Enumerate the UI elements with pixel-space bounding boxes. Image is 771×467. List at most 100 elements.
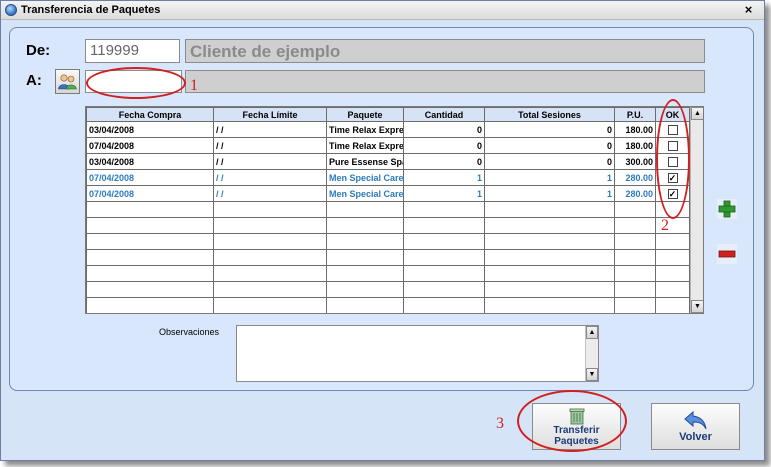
table-row[interactable]: 07/04/2008/ / Men Special Care 1 1 280.00 ✓ <box>86 185 690 202</box>
empty-cell[interactable] <box>403 297 485 313</box>
empty-cell[interactable] <box>655 201 690 218</box>
table-row-empty[interactable] <box>86 281 690 298</box>
cell-total-sesiones[interactable]: 0 <box>484 137 615 154</box>
empty-cell[interactable] <box>655 265 690 282</box>
ok-checkbox[interactable] <box>667 140 678 151</box>
empty-cell[interactable] <box>213 217 327 234</box>
empty-cell[interactable] <box>86 281 214 298</box>
empty-cell[interactable] <box>403 249 485 266</box>
from-name-field[interactable]: Cliente de ejemplo <box>185 39 705 63</box>
table-row-empty[interactable] <box>86 201 690 218</box>
empty-cell[interactable] <box>614 217 656 234</box>
table-row-empty[interactable] <box>86 217 690 234</box>
empty-cell[interactable] <box>484 217 615 234</box>
cell-total-sesiones[interactable]: 1 <box>484 185 615 202</box>
observaciones-textarea[interactable]: ▲ ▼ <box>236 325 599 382</box>
empty-cell[interactable] <box>326 297 404 313</box>
empty-cell[interactable] <box>484 249 615 266</box>
to-name-field[interactable] <box>185 70 705 93</box>
empty-cell[interactable] <box>326 249 404 266</box>
cell-fecha-compra[interactable]: 07/04/2008 <box>86 137 214 154</box>
close-button[interactable]: × <box>741 2 756 17</box>
cell-cantidad[interactable]: 1 <box>403 185 485 202</box>
column-header-pu[interactable]: P.U. <box>614 107 656 122</box>
cell-pu[interactable]: 300.00 <box>614 153 656 170</box>
table-row[interactable]: 07/04/2008/ / Men Special Care 1 1 280.00 ✓ <box>86 169 690 186</box>
cell-paquete[interactable]: Men Special Care <box>326 185 404 202</box>
empty-cell[interactable] <box>403 217 485 234</box>
cell-fecha-limite[interactable]: / / <box>213 137 327 154</box>
empty-cell[interactable] <box>326 201 404 218</box>
cell-fecha-compra[interactable]: 07/04/2008 <box>86 169 214 186</box>
table-row-empty[interactable] <box>86 265 690 282</box>
cell-fecha-limite[interactable]: / / <box>213 185 327 202</box>
table-row[interactable]: 07/04/2008/ /Time Relax Express00180.00 <box>86 137 690 154</box>
column-header-total-sesiones[interactable]: Total Sesiones <box>484 107 615 122</box>
to-code-field[interactable] <box>85 70 182 93</box>
empty-cell[interactable] <box>484 201 615 218</box>
ok-checkbox[interactable] <box>667 156 678 167</box>
empty-cell[interactable] <box>86 265 214 282</box>
column-header-fecha-limite[interactable]: Fecha Límite <box>213 107 327 122</box>
table-row-empty[interactable] <box>86 233 690 250</box>
cell-pu[interactable]: 180.00 <box>614 137 656 154</box>
column-header-ok[interactable]: OK <box>655 107 690 122</box>
transfer-packages-button[interactable]: Transferir Paquetes <box>532 403 621 450</box>
empty-cell[interactable] <box>403 265 485 282</box>
cell-total-sesiones[interactable]: 0 <box>484 153 615 170</box>
cell-paquete[interactable]: Men Special Care <box>326 169 404 186</box>
table-row-empty[interactable] <box>86 297 690 313</box>
cell-fecha-limite[interactable]: / / <box>213 121 327 138</box>
cell-cantidad[interactable]: 0 <box>403 137 485 154</box>
empty-cell[interactable] <box>484 233 615 250</box>
empty-cell[interactable] <box>326 217 404 234</box>
empty-cell[interactable] <box>86 249 214 266</box>
empty-cell[interactable] <box>326 265 404 282</box>
empty-cell[interactable] <box>614 281 656 298</box>
obs-scroll-up-button[interactable]: ▲ <box>586 326 598 339</box>
empty-cell[interactable] <box>655 297 690 313</box>
empty-cell[interactable] <box>86 297 214 313</box>
empty-cell[interactable] <box>614 265 656 282</box>
cell-pu[interactable]: 280.00 <box>614 169 656 186</box>
cell-pu[interactable]: 280.00 <box>614 185 656 202</box>
empty-cell[interactable] <box>326 233 404 250</box>
empty-cell[interactable] <box>213 265 327 282</box>
column-header-cantidad[interactable]: Cantidad <box>403 107 485 122</box>
cell-cantidad[interactable]: 0 <box>403 121 485 138</box>
empty-cell[interactable] <box>655 233 690 250</box>
grid-scrollbar[interactable]: ▲ ▼ <box>690 107 703 313</box>
table-row-empty[interactable] <box>86 249 690 266</box>
empty-cell[interactable] <box>614 201 656 218</box>
empty-cell[interactable] <box>484 265 615 282</box>
table-row[interactable]: 03/04/2008/ /Time Relax Express00180.00 <box>86 121 690 138</box>
from-code-field[interactable]: 119999 <box>85 39 180 63</box>
cell-cantidad[interactable]: 1 <box>403 169 485 186</box>
empty-cell[interactable] <box>86 217 214 234</box>
cell-total-sesiones[interactable]: 0 <box>484 121 615 138</box>
cell-fecha-limite[interactable]: / / <box>213 169 327 186</box>
empty-cell[interactable] <box>403 281 485 298</box>
empty-cell[interactable] <box>655 281 690 298</box>
empty-cell[interactable] <box>326 281 404 298</box>
obs-scroll-down-button[interactable]: ▼ <box>586 368 598 381</box>
empty-cell[interactable] <box>213 201 327 218</box>
remove-row-button[interactable] <box>717 244 737 264</box>
cell-paquete[interactable]: Time Relax Express <box>326 137 404 154</box>
cell-pu[interactable]: 180.00 <box>614 121 656 138</box>
empty-cell[interactable] <box>86 233 214 250</box>
empty-cell[interactable] <box>484 297 615 313</box>
empty-cell[interactable] <box>86 201 214 218</box>
cell-fecha-compra[interactable]: 03/04/2008 <box>86 121 214 138</box>
cell-fecha-compra[interactable]: 07/04/2008 <box>86 185 214 202</box>
empty-cell[interactable] <box>484 281 615 298</box>
cell-fecha-compra[interactable]: 03/04/2008 <box>86 153 214 170</box>
empty-cell[interactable] <box>614 233 656 250</box>
cell-paquete[interactable]: Time Relax Express <box>326 121 404 138</box>
observaciones-scrollbar[interactable]: ▲ ▼ <box>585 326 598 381</box>
add-row-button[interactable] <box>717 199 737 219</box>
table-row[interactable]: 03/04/2008/ / Pure Essense Spa 0 0 300.00 <box>86 153 690 170</box>
volver-button[interactable]: Volver <box>651 403 740 450</box>
empty-cell[interactable] <box>403 233 485 250</box>
column-header-paquete[interactable]: Paquete <box>326 107 404 122</box>
